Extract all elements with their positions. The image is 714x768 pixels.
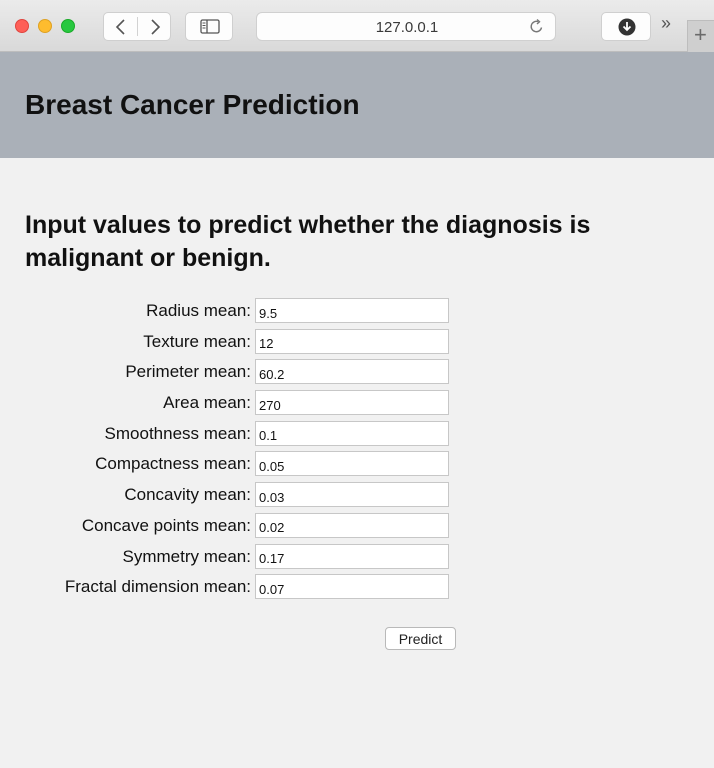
smoothness-mean-label: Smoothness mean:: [104, 423, 251, 443]
form-row-perimeter-mean: Perimeter mean:: [0, 359, 714, 390]
page-title: Breast Cancer Prediction: [25, 89, 360, 120]
close-window-button[interactable]: [15, 19, 29, 33]
back-icon[interactable]: [114, 19, 128, 35]
symmetry-mean-label: Symmetry mean:: [122, 546, 251, 566]
page-header: Breast Cancer Prediction: [0, 52, 714, 158]
form-row-texture-mean: Texture mean:: [0, 328, 714, 360]
form-row-smoothness-mean: Smoothness mean:: [0, 420, 714, 452]
prediction-form: Radius mean: Texture mean: Perimeter mea…: [0, 298, 714, 605]
radius-mean-input[interactable]: [255, 298, 449, 323]
form-heading: Input values to predict whether the diag…: [25, 211, 591, 272]
area-mean-label: Area mean:: [163, 393, 251, 413]
browser-toolbar: 127.0.0.1 ›› +: [0, 0, 714, 52]
form-row-symmetry-mean: Symmetry mean:: [0, 543, 714, 575]
perimeter-mean-label: Perimeter mean:: [125, 362, 251, 382]
navigation-buttons: [103, 12, 171, 41]
url-text: 127.0.0.1: [375, 19, 439, 36]
sidebar-icon: [200, 19, 220, 34]
zoom-window-button[interactable]: [61, 19, 75, 33]
concavity-mean-input[interactable]: [255, 482, 449, 508]
reload-icon[interactable]: [528, 18, 545, 35]
download-icon: [618, 18, 636, 36]
symmetry-mean-input[interactable]: [255, 543, 449, 569]
forward-icon[interactable]: [148, 19, 162, 35]
address-bar[interactable]: 127.0.0.1: [256, 12, 556, 41]
form-row-fractal-dimension-mean: Fractal dimension mean:: [0, 574, 714, 605]
minimize-window-button[interactable]: [38, 19, 52, 33]
form-row-radius-mean: Radius mean:: [0, 298, 714, 329]
concave-points-mean-input[interactable]: [255, 512, 449, 538]
compactness-mean-input[interactable]: [255, 451, 449, 477]
downloads-button[interactable]: [601, 12, 651, 41]
form-row-area-mean: Area mean:: [0, 390, 714, 421]
concavity-mean-label: Concavity mean:: [124, 485, 251, 505]
area-mean-input[interactable]: [255, 390, 449, 416]
form-row-concavity-mean: Concavity mean:: [0, 482, 714, 513]
texture-mean-label: Texture mean:: [143, 331, 251, 351]
plus-icon: +: [694, 22, 707, 47]
predict-button[interactable]: Predict: [385, 627, 456, 650]
sidebar-toggle-button[interactable]: [185, 12, 233, 41]
texture-mean-input[interactable]: [255, 328, 449, 354]
toolbar-overflow-button[interactable]: ››: [661, 13, 671, 34]
new-tab-button[interactable]: +: [687, 20, 714, 52]
form-row-concave-points-mean: Concave points mean:: [0, 512, 714, 544]
fractal-dimension-mean-label: Fractal dimension mean:: [64, 577, 251, 597]
compactness-mean-label: Compactness mean:: [95, 454, 251, 474]
form-row-compactness-mean: Compactness mean:: [0, 451, 714, 482]
concave-points-mean-label: Concave points mean:: [81, 515, 251, 535]
radius-mean-label: Radius mean:: [146, 301, 251, 320]
perimeter-mean-input[interactable]: [255, 359, 449, 385]
fractal-dimension-mean-input[interactable]: [255, 574, 449, 600]
smoothness-mean-input[interactable]: [255, 420, 449, 446]
